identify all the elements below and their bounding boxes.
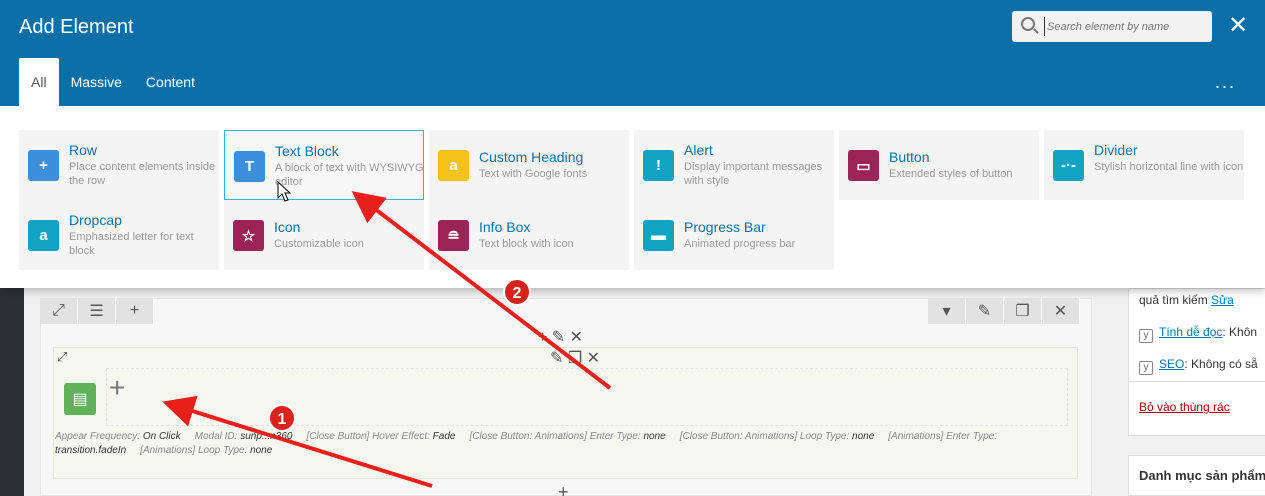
marker-1-label: 1 bbox=[278, 411, 287, 428]
cursor-icon bbox=[277, 180, 292, 202]
annotation-overlay: 2 1 bbox=[162, 180, 612, 488]
marker-2-badge: 2 bbox=[503, 278, 531, 306]
marker-1-badge: 1 bbox=[268, 404, 296, 432]
arrow-1 bbox=[162, 395, 433, 488]
marker-2-label: 2 bbox=[513, 285, 522, 302]
arrow-2 bbox=[351, 191, 612, 390]
